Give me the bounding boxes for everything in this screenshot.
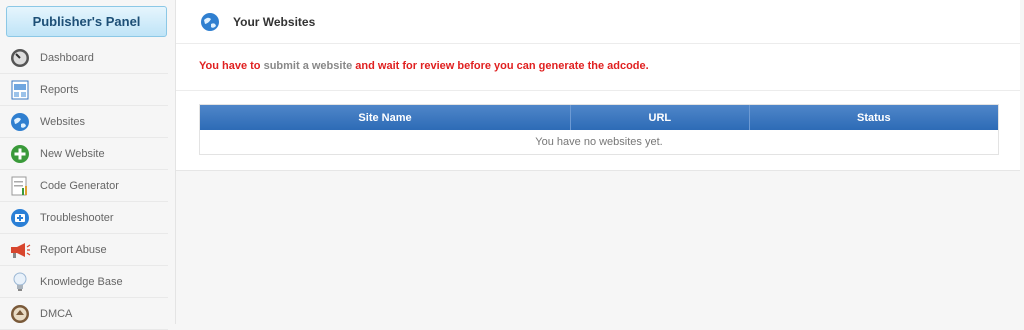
column-header-url[interactable]: URL [571,105,750,130]
column-header-site-name[interactable]: Site Name [200,105,572,130]
sidebar-item-label: Report Abuse [40,243,107,256]
globe-icon [9,111,31,133]
notice-suffix: and wait for review before you can gener… [352,60,649,72]
table-empty-message: You have no websites yet. [535,136,663,148]
globe-icon [200,12,220,32]
plus-circle-icon [9,143,31,165]
sidebar-item-label: Knowledge Base [40,275,123,288]
sidebar-item-label: Reports [40,83,79,96]
divider [176,90,1020,91]
sidebar-item-knowledge-base[interactable]: Knowledge Base [0,266,168,298]
first-aid-icon [9,207,31,229]
table-header: Site Name URL Status [200,105,998,130]
main-panel: Your Websites You have to submit a websi… [176,0,1020,171]
panel-title: Publisher's Panel [6,6,167,37]
sidebar: Publisher's Panel Dashboard Reports Webs… [0,0,176,330]
sidebar-item-code-generator[interactable]: Code Generator [0,170,168,202]
page-title: Your Websites [233,14,316,29]
sidebar-item-label: Troubleshooter [40,211,114,224]
reports-chart-icon [9,79,31,101]
lightbulb-icon [9,271,31,293]
websites-table: Site Name URL Status You have no website… [199,104,999,155]
sidebar-item-reports[interactable]: Reports [0,74,168,106]
sidebar-item-label: Code Generator [40,179,119,192]
column-header-status[interactable]: Status [750,105,998,130]
sidebar-nav: Dashboard Reports Websites New Website C… [0,42,168,330]
seal-icon [9,303,31,325]
sidebar-item-label: Dashboard [40,51,94,64]
page-header: Your Websites [176,0,1020,44]
sidebar-item-label: DMCA [40,307,73,320]
sidebar-item-label: Websites [40,115,86,128]
sidebar-item-label: New Website [40,147,105,160]
sidebar-item-report-abuse[interactable]: Report Abuse [0,234,168,266]
submit-website-link[interactable]: submit a website [264,60,353,72]
dashboard-gauge-icon [9,47,31,69]
megaphone-icon [9,239,31,261]
code-document-icon [9,175,31,197]
notice-prefix: You have to [199,60,264,72]
sidebar-item-websites[interactable]: Websites [0,106,168,138]
sidebar-item-troubleshooter[interactable]: Troubleshooter [0,202,168,234]
notice-message: You have to submit a website and wait fo… [199,60,649,72]
sidebar-item-dashboard[interactable]: Dashboard [0,42,168,74]
sidebar-item-dmca[interactable]: DMCA [0,298,168,330]
sidebar-item-new-website[interactable]: New Website [0,138,168,170]
